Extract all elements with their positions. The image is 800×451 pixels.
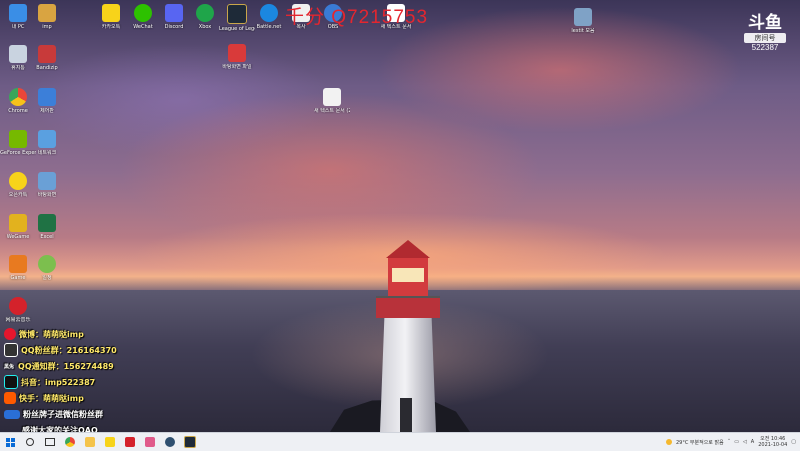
taskbar-app-pink[interactable] xyxy=(140,433,160,451)
desktop-icon-xbox[interactable]: Xbox xyxy=(187,4,223,30)
notification-icon[interactable]: ▢ xyxy=(791,439,796,445)
taskbar-kakaotalk[interactable] xyxy=(100,433,120,451)
kuaishou-icon xyxy=(4,392,16,404)
taskbar-app-red[interactable] xyxy=(120,433,140,451)
wegame-icon xyxy=(9,214,27,232)
computer-icon xyxy=(9,4,27,22)
douyu-logo: 斗鱼 房间号 522387 xyxy=(744,14,786,52)
recycle-bin-icon xyxy=(9,45,27,63)
language-indicator[interactable]: A xyxy=(751,439,754,445)
kuaishou-text: 快手：萌萌哒imp xyxy=(19,393,84,403)
desktop-icon-excel[interactable]: Excel xyxy=(29,214,65,240)
desktop-icon-league-of-legends[interactable]: League of Legends xyxy=(219,4,255,32)
desktop-icon-schedule[interactable]: 일정 xyxy=(29,255,65,281)
douyu-room-number: 522387 xyxy=(751,43,779,52)
xbox-icon xyxy=(196,4,214,22)
qq-fans-row: QQ粉丝群：216164370 xyxy=(4,342,117,358)
clock-date: 2021-10-04 xyxy=(758,442,788,448)
desktop-icon-lestit[interactable]: lestit 모음 xyxy=(565,8,601,34)
weather-text[interactable]: 29°C 부분적으로 맑음 xyxy=(676,439,724,446)
lighthouse-door xyxy=(400,398,412,432)
search-button[interactable] xyxy=(20,433,40,451)
user-folder-icon xyxy=(38,4,56,22)
desktop-icon-imp[interactable]: imp xyxy=(29,4,65,30)
archive-icon xyxy=(38,45,56,63)
taskbar: 29°C 부분적으로 맑음 ˄ ▭ ◁ A 오전 10:46 2021-10-0… xyxy=(0,432,800,451)
desktop-icon-bandizip[interactable]: Bandizip xyxy=(29,45,65,71)
fans-badge-icon xyxy=(4,409,20,419)
image-file-icon xyxy=(38,172,56,190)
weibo-row: 微博：萌萌哒imp xyxy=(4,326,117,342)
game-icon xyxy=(9,255,27,273)
folder-icon xyxy=(85,437,95,447)
chat-icon xyxy=(9,172,27,190)
kakaotalk-icon xyxy=(105,437,115,447)
obs-icon xyxy=(165,437,175,447)
music-icon xyxy=(9,297,27,315)
league-icon xyxy=(184,436,196,448)
windows-icon xyxy=(5,437,15,447)
league-icon xyxy=(227,4,247,24)
desktop-wallpaper xyxy=(0,0,800,432)
calendar-icon xyxy=(38,255,56,273)
excel-icon xyxy=(38,214,56,232)
search-icon xyxy=(26,438,34,446)
douyin-icon xyxy=(4,375,18,389)
network-icon xyxy=(38,130,56,148)
desktop-icon-file[interactable]: 새 텍스트 문서 (2) xyxy=(314,88,350,114)
qq-notice-row: 黑兔 QQ通知群：156274489 xyxy=(4,358,117,374)
system-tray: 29°C 부분적으로 맑음 ˄ ▭ ◁ A 오전 10:46 2021-10-0… xyxy=(665,433,796,451)
stream-info-overlay: 微博：萌萌哒imp QQ粉丝群：216164370 黑兔 QQ通知群：15627… xyxy=(4,326,117,438)
lighthouse-glass xyxy=(392,268,424,282)
qq-notice-text: QQ通知群：156274489 xyxy=(18,361,114,371)
avatar xyxy=(4,343,18,357)
desktop-icon-control-panel[interactable]: 제어판 xyxy=(29,88,65,114)
qq-fans-text: QQ粉丝群：216164370 xyxy=(21,345,117,355)
avatar-label: 黑兔 xyxy=(4,363,15,370)
control-panel-icon xyxy=(38,88,56,106)
weibo-text: 微博：萌萌哒imp xyxy=(19,329,84,339)
lighthouse-balcony xyxy=(376,296,440,318)
clock[interactable]: 오전 10:46 2021-10-04 xyxy=(758,436,787,448)
battlenet-icon xyxy=(260,4,278,22)
desktop-icon-kakaotalk[interactable]: 카카오톡 xyxy=(93,4,129,30)
fans-badge-row: 粉丝牌子进微信粉丝群 xyxy=(4,406,117,422)
taskbar-obs[interactable] xyxy=(160,433,180,451)
task-view-button[interactable] xyxy=(40,433,60,451)
pdf-icon xyxy=(228,44,246,62)
start-button[interactable] xyxy=(0,433,20,451)
weather-icon xyxy=(665,439,672,445)
douyu-mark: 斗鱼 xyxy=(748,13,782,32)
discord-icon xyxy=(165,4,183,22)
wechat-icon xyxy=(134,4,152,22)
nvidia-icon xyxy=(9,130,27,148)
chrome-icon xyxy=(9,88,27,106)
fans-badge-text: 粉丝牌子进微信粉丝群 xyxy=(23,409,103,419)
folder-icon xyxy=(574,8,592,26)
app-icon xyxy=(125,437,135,447)
weibo-icon xyxy=(4,328,16,340)
volume-icon[interactable]: ◁ xyxy=(743,439,747,445)
taskbar-league[interactable] xyxy=(180,433,200,451)
douyin-row: 抖音：imp522387 xyxy=(4,374,117,390)
lighthouse-roof xyxy=(386,240,430,258)
chevron-up-icon[interactable]: ˄ xyxy=(728,439,731,445)
kakaotalk-icon xyxy=(102,4,120,22)
watermark-text: 千分 Q7215753 xyxy=(285,7,429,28)
douyu-room-label: 房间号 xyxy=(744,33,786,43)
app-icon xyxy=(145,437,155,447)
desktop-icon-network[interactable]: 네트워크 xyxy=(29,130,65,156)
taskbar-file-explorer[interactable] xyxy=(80,433,100,451)
kuaishou-row: 快手：萌萌哒imp xyxy=(4,390,117,406)
file-icon xyxy=(323,88,341,106)
desktop-icon-desktop-file[interactable]: 바탕화면 xyxy=(29,172,65,198)
douyin-text: 抖音：imp522387 xyxy=(21,377,96,387)
desktop-icon-battlenet[interactable]: Battle.net xyxy=(251,4,287,30)
desktop-icon-netease-music[interactable]: 网易云音乐 xyxy=(0,297,36,323)
desktop-icon-pdf[interactable]: 바탕화면 파일 xyxy=(219,44,255,70)
network-icon[interactable]: ▭ xyxy=(734,439,739,445)
task-view-icon xyxy=(45,438,55,446)
chrome-icon xyxy=(65,437,75,447)
taskbar-chrome[interactable] xyxy=(60,433,80,451)
